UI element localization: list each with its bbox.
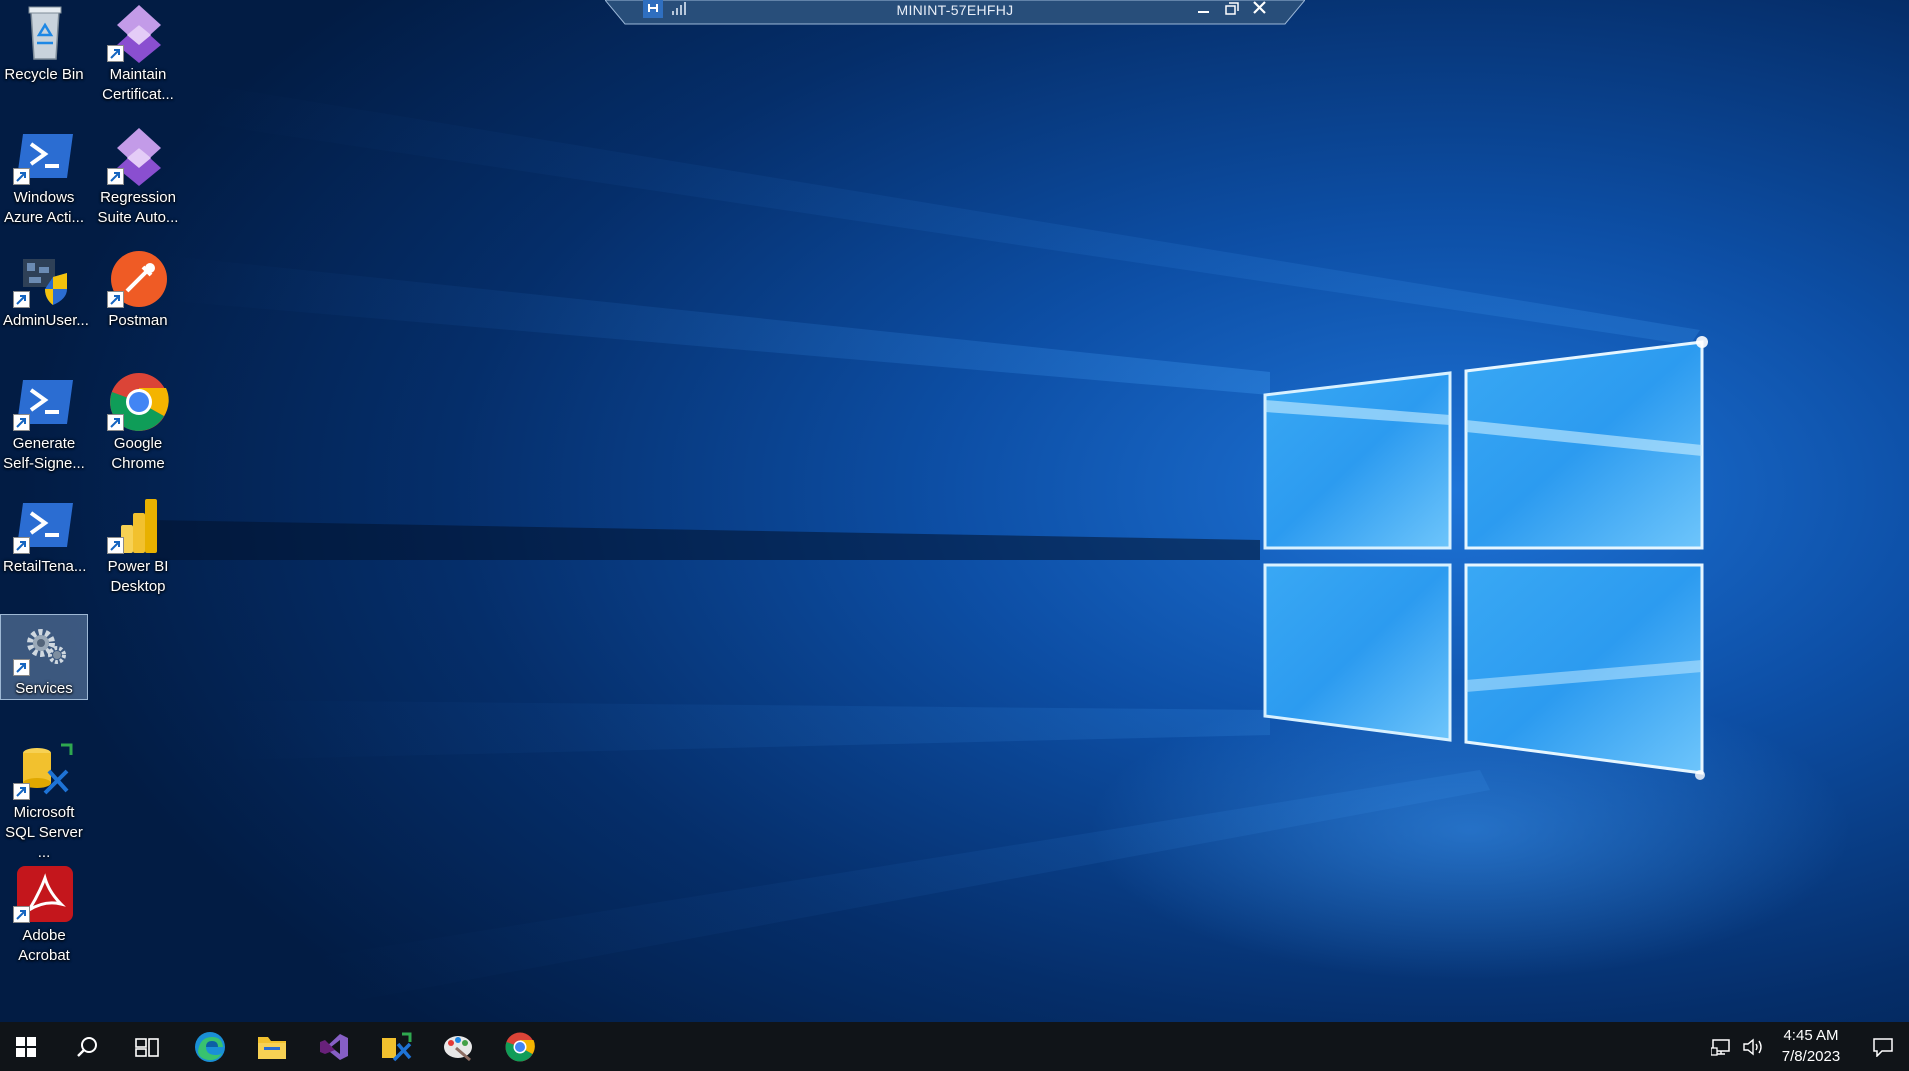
desktop-icon-label: Windows Azure Acti...: [3, 189, 85, 226]
taskbar: 4:45 AM 7/8/2023: [0, 1022, 1909, 1071]
desktop-icon-label: Maintain Certificat...: [102, 66, 174, 103]
search-button[interactable]: [63, 1022, 111, 1071]
start-button[interactable]: [2, 1022, 50, 1071]
sql-config-icon: [382, 1032, 412, 1061]
edge-icon: [195, 1031, 225, 1062]
desktop-icon-postman[interactable]: Postman: [94, 246, 182, 364]
windows-start-icon: [16, 1036, 36, 1057]
desktop-icon-generate-self-signed[interactable]: Generate Self-Signe...: [0, 369, 88, 487]
edge-button[interactable]: [186, 1022, 234, 1071]
minimize-icon[interactable]: [1192, 0, 1216, 20]
desktop-icon-label: Postman: [108, 312, 168, 329]
desktop-icon-sql-server[interactable]: Microsoft SQL Server ...: [0, 738, 88, 861]
shortcut-arrow-icon: [13, 291, 30, 308]
file-explorer-button[interactable]: [248, 1022, 296, 1071]
chrome-icon: [505, 1032, 535, 1061]
file-explorer-icon: [258, 1036, 286, 1059]
shortcut-arrow-icon: [107, 414, 124, 431]
shortcut-arrow-icon: [13, 659, 30, 676]
chrome-button[interactable]: [496, 1022, 544, 1071]
sql-config-button[interactable]: [372, 1022, 420, 1071]
desktop-icon-retailtenant[interactable]: RetailTena...: [0, 492, 88, 610]
desktop-icon-maintain-certificates[interactable]: Maintain Certificat...: [94, 0, 182, 118]
visual-studio-icon: [320, 1033, 348, 1060]
desktop-icon-services[interactable]: Services: [0, 614, 88, 700]
network-icon: [1711, 1038, 1730, 1056]
action-center-button[interactable]: [1860, 1022, 1906, 1071]
remote-desktop-connection-bar: MININT-57EHFHJ: [605, 0, 1305, 26]
search-icon: [77, 1036, 97, 1057]
shortcut-arrow-icon: [13, 537, 30, 554]
recycle-bin-icon: [28, 6, 62, 60]
desktop-icon-label: AdminUser...: [3, 312, 89, 329]
clock-time: 4:45 AM: [1783, 1027, 1839, 1044]
desktop-icon-label: Google Chrome: [111, 435, 165, 472]
clock[interactable]: 4:45 AM 7/8/2023: [1765, 1022, 1857, 1071]
desktop-icon-label: Microsoft SQL Server ...: [5, 804, 83, 861]
shortcut-arrow-icon: [107, 537, 124, 554]
clock-date: 7/8/2023: [1781, 1048, 1841, 1065]
desktop-icon-adobe-acrobat[interactable]: Adobe Acrobat: [0, 861, 88, 979]
shortcut-arrow-icon: [107, 168, 124, 185]
desktop-icon-label: Power BI Desktop: [107, 558, 169, 595]
volume-icon: [1743, 1038, 1762, 1055]
desktop-icon-label: Services: [15, 680, 73, 697]
desktop-icon-label: Adobe Acrobat: [18, 927, 70, 964]
desktop-icon-label: Regression Suite Auto...: [97, 189, 179, 226]
notification-icon: [1873, 1037, 1893, 1057]
visual-studio-button[interactable]: [310, 1022, 358, 1071]
shortcut-arrow-icon: [107, 45, 124, 62]
restore-icon[interactable]: [1220, 0, 1244, 20]
close-icon[interactable]: [1248, 0, 1272, 20]
volume-tray-button[interactable]: [1738, 1022, 1768, 1071]
desktop-icon-google-chrome[interactable]: Google Chrome: [94, 369, 182, 487]
task-view-icon: [135, 1037, 159, 1057]
desktop-icon-label: Recycle Bin: [4, 66, 84, 83]
desktop-icon-label: RetailTena...: [3, 558, 87, 575]
shortcut-arrow-icon: [13, 168, 30, 185]
paint-button[interactable]: [434, 1022, 482, 1071]
desktop-icon-label: Generate Self-Signe...: [3, 435, 85, 472]
paint-icon: [444, 1035, 472, 1061]
desktop-icon-power-bi-desktop[interactable]: Power BI Desktop: [94, 492, 182, 610]
network-tray-button[interactable]: [1707, 1022, 1737, 1071]
desktop-icon-adminuser[interactable]: AdminUser...: [0, 246, 89, 364]
shortcut-arrow-icon: [107, 291, 124, 308]
desktop-icon-windows-azure-active[interactable]: Windows Azure Acti...: [0, 123, 88, 241]
task-view-button[interactable]: [123, 1022, 171, 1071]
desktop-icon-regression-suite[interactable]: Regression Suite Auto...: [94, 123, 182, 241]
desktop-wallpaper: [0, 0, 1909, 1022]
desktop-icon-recycle-bin[interactable]: Recycle Bin: [0, 0, 88, 118]
shortcut-arrow-icon: [13, 414, 30, 431]
shortcut-arrow-icon: [13, 906, 30, 923]
shortcut-arrow-icon: [13, 783, 30, 800]
